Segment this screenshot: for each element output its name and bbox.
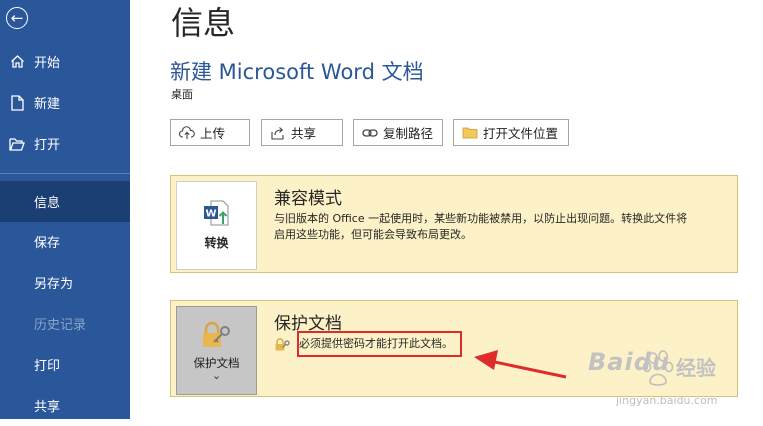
cloud-upload-icon — [179, 125, 195, 141]
share-button[interactable]: 共享 — [261, 119, 343, 146]
sidebar-item-label: 共享 — [34, 400, 61, 415]
sidebar-item-history: 历史记录 — [0, 303, 130, 344]
upload-button[interactable]: 上传 — [170, 119, 250, 146]
page-title: 信息 — [171, 4, 236, 42]
sidebar-item-new[interactable]: 新建 — [0, 82, 130, 123]
share-icon — [270, 125, 286, 141]
word-convert-icon: W — [203, 200, 231, 230]
sidebar-item-label: 历史记录 — [34, 318, 87, 333]
sidebar-item-info[interactable]: 信息 — [0, 181, 130, 222]
compatibility-title: 兼容模式 — [274, 189, 342, 209]
sidebar-item-save[interactable]: 保存 — [0, 221, 130, 262]
chevron-down-icon: ⌄ — [211, 369, 222, 382]
convert-button[interactable]: W 转换 — [176, 181, 257, 270]
sidebar-item-share[interactable]: 共享 — [0, 385, 130, 426]
protect-document-desc: 必须提供密码才能打开此文档。 — [299, 337, 453, 350]
compatibility-desc-line2: 启用这些功能，但可能会导致布局更改。 — [274, 228, 472, 241]
share-label: 共享 — [291, 126, 317, 141]
new-document-icon — [9, 94, 25, 111]
document-title: 新建 Microsoft Word 文档 — [170, 60, 424, 84]
open-file-location-label: 打开文件位置 — [483, 126, 559, 141]
sidebar-item-save-as[interactable]: 另存为 — [0, 262, 130, 303]
lock-key-icon — [200, 321, 234, 353]
copy-path-label: 复制路径 — [383, 126, 434, 141]
annotation-arrow — [474, 350, 567, 379]
sidebar-item-label: 信息 — [34, 196, 61, 211]
compatibility-card: W 转换 兼容模式 与旧版本的 Office 一起使用时，某些新功能被禁用，以防… — [170, 175, 738, 273]
backstage-sidebar: ← 开始 新建 打开 信息 保存 另存为 历史记录 打印 共享 — [0, 0, 130, 419]
sidebar-divider — [0, 173, 130, 174]
protect-document-button[interactable]: 保护文档 ⌄ — [176, 306, 257, 395]
folder-icon — [462, 125, 478, 141]
sidebar-item-label: 开始 — [34, 56, 61, 71]
sidebar-item-print[interactable]: 打印 — [0, 344, 130, 385]
sidebar-item-label: 另存为 — [34, 277, 74, 292]
link-icon — [362, 125, 378, 141]
document-location: 桌面 — [171, 88, 193, 101]
back-arrow-icon[interactable]: ← — [6, 7, 28, 29]
home-icon — [9, 54, 25, 70]
protect-document-card: 保护文档 ⌄ 保护文档 必须提供密码才能打开此文档。 — [170, 300, 738, 397]
open-folder-icon — [9, 136, 25, 152]
sidebar-item-label: 保存 — [34, 236, 61, 251]
convert-label: 转换 — [204, 236, 229, 250]
compatibility-desc-line1: 与旧版本的 Office 一起使用时，某些新功能被禁用，以防止出现问题。转换此文… — [274, 212, 688, 225]
sidebar-item-label: 打开 — [34, 138, 61, 153]
protect-document-title: 保护文档 — [274, 314, 342, 334]
svg-text:W: W — [205, 209, 216, 220]
sidebar-item-open[interactable]: 打开 — [0, 123, 130, 164]
open-file-location-button[interactable]: 打开文件位置 — [453, 119, 569, 146]
sidebar-item-home[interactable]: 开始 — [0, 41, 130, 82]
small-lock-key-icon — [274, 336, 291, 355]
sidebar-item-label: 打印 — [34, 359, 61, 374]
sidebar-item-label: 新建 — [34, 97, 61, 112]
upload-label: 上传 — [200, 126, 226, 141]
copy-path-button[interactable]: 复制路径 — [353, 119, 443, 146]
